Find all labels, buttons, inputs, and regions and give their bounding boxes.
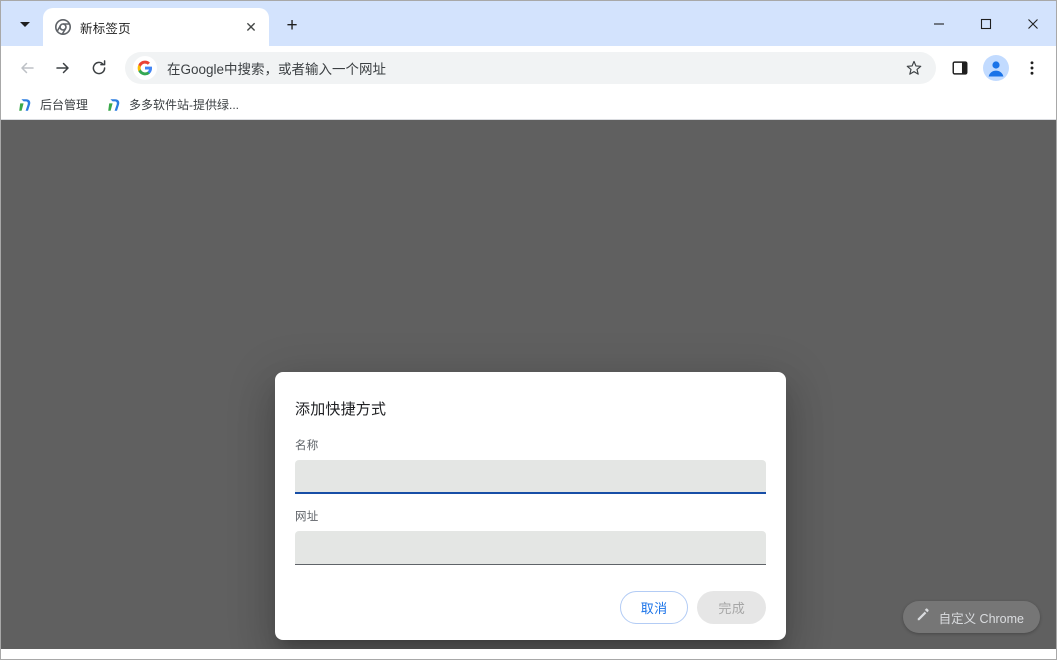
url-field-group: 网址 — [295, 508, 766, 565]
bookmark-label: 多多软件站-提供绿... — [129, 96, 239, 113]
url-input[interactable] — [295, 531, 766, 565]
bookmark-star-icon[interactable] — [898, 52, 930, 84]
reload-button[interactable] — [83, 52, 115, 84]
three-dot-menu-icon[interactable] — [1016, 52, 1048, 84]
browser-toolbar: 在Google中搜索，或者输入一个网址 — [1, 46, 1056, 90]
address-bar-text: 在Google中搜索，或者输入一个网址 — [167, 58, 898, 78]
back-button[interactable] — [11, 52, 43, 84]
side-panel-icon[interactable] — [944, 52, 976, 84]
tab-new-tab-page[interactable]: 新标签页 ✕ — [43, 8, 269, 46]
maximize-window-button[interactable] — [962, 1, 1009, 46]
forward-button[interactable] — [47, 52, 79, 84]
duoduo-d-icon — [106, 97, 122, 113]
bookmarks-bar: 后台管理 多多软件站-提供绿... — [1, 90, 1056, 120]
add-shortcut-dialog: 添加快捷方式 名称 网址 取消 完成 — [275, 372, 786, 640]
minimize-window-button[interactable] — [915, 1, 962, 46]
tab-title: 新标签页 — [80, 18, 241, 37]
address-bar[interactable]: 在Google中搜索，或者输入一个网址 — [125, 52, 936, 84]
close-tab-icon[interactable]: ✕ — [241, 17, 261, 37]
name-field-label: 名称 — [295, 437, 766, 453]
name-input[interactable] — [295, 460, 766, 494]
browser-window: 新标签页 ✕ + — [0, 0, 1057, 660]
bookmark-item-0[interactable]: 后台管理 — [9, 93, 96, 117]
tab-search-button[interactable] — [11, 10, 39, 38]
new-tab-button[interactable]: + — [277, 10, 307, 40]
google-g-icon — [133, 56, 157, 80]
window-controls — [915, 1, 1056, 46]
done-button: 完成 — [697, 591, 766, 624]
url-field-label: 网址 — [295, 508, 766, 524]
chevron-down-icon — [20, 22, 30, 27]
duoduo-d-icon — [17, 97, 33, 113]
tab-strip: 新标签页 ✕ + — [1, 1, 1056, 46]
bookmark-label: 后台管理 — [40, 96, 88, 113]
close-window-button[interactable] — [1009, 1, 1056, 46]
cancel-button[interactable]: 取消 — [620, 591, 689, 624]
bookmark-item-1[interactable]: 多多软件站-提供绿... — [98, 93, 247, 117]
new-tab-page: 多多 添加快捷方式 — [1, 120, 1056, 649]
name-field-group: 名称 — [295, 437, 766, 494]
dialog-title: 添加快捷方式 — [295, 398, 766, 419]
profile-avatar-icon[interactable] — [980, 52, 1012, 84]
dialog-actions: 取消 完成 — [295, 591, 766, 624]
chrome-logo-icon — [55, 19, 71, 35]
